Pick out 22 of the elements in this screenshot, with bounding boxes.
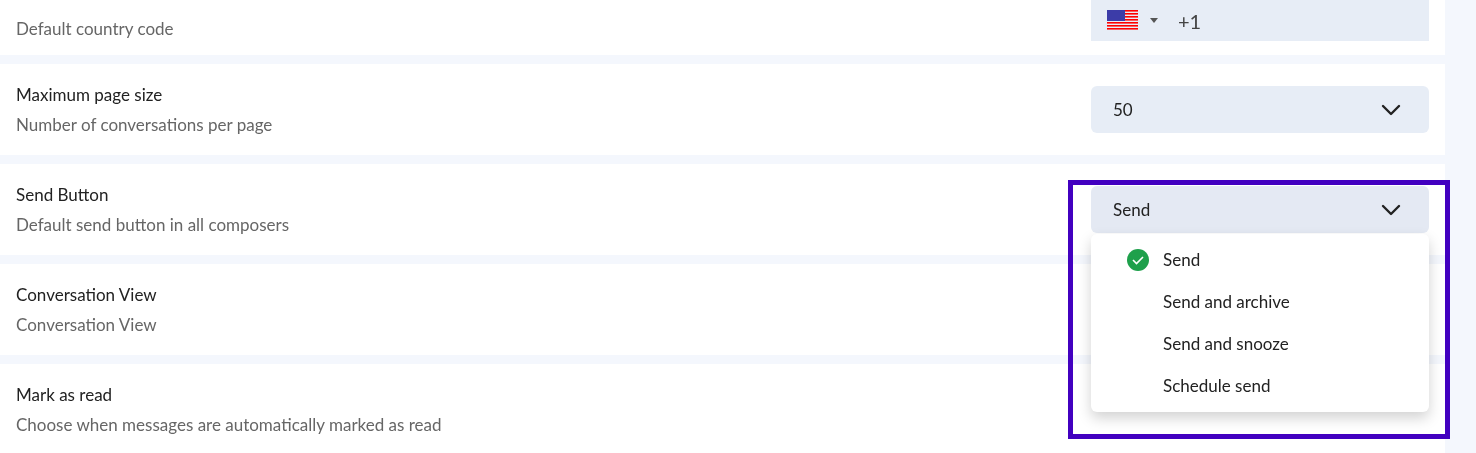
setting-label: Conversation View — [16, 283, 157, 306]
menu-item[interactable]: Send and archive — [1091, 281, 1429, 323]
check-icon — [1127, 249, 1149, 271]
select-field[interactable]: Send — [1091, 186, 1429, 233]
caret-icon — [1150, 18, 1158, 23]
menu-item[interactable]: Schedule send — [1091, 365, 1429, 407]
setting-description: Default send button in all composers — [16, 213, 290, 236]
setting-label: Send Button — [16, 183, 110, 206]
phone-code: +1 — [1178, 7, 1202, 35]
setting-label: Mark as read — [16, 383, 114, 406]
menu-item[interactable]: Send and snooze — [1091, 323, 1429, 365]
flag-icon — [1107, 10, 1138, 31]
setting-description: Default country code — [16, 18, 174, 40]
setting-label: Maximum page size — [16, 83, 164, 106]
setting-description: Conversation View — [16, 313, 157, 336]
phone-field[interactable]: +1 — [1091, 0, 1429, 41]
setting-description: Choose when messages are automatically marked as read — [16, 413, 442, 436]
chevron-down-icon — [1381, 103, 1401, 116]
menu-item[interactable]: Send — [1091, 239, 1429, 281]
setting-description: Number of conversations per page — [16, 113, 273, 136]
select-field[interactable]: 50 — [1091, 86, 1429, 133]
chevron-down-icon — [1381, 203, 1401, 216]
